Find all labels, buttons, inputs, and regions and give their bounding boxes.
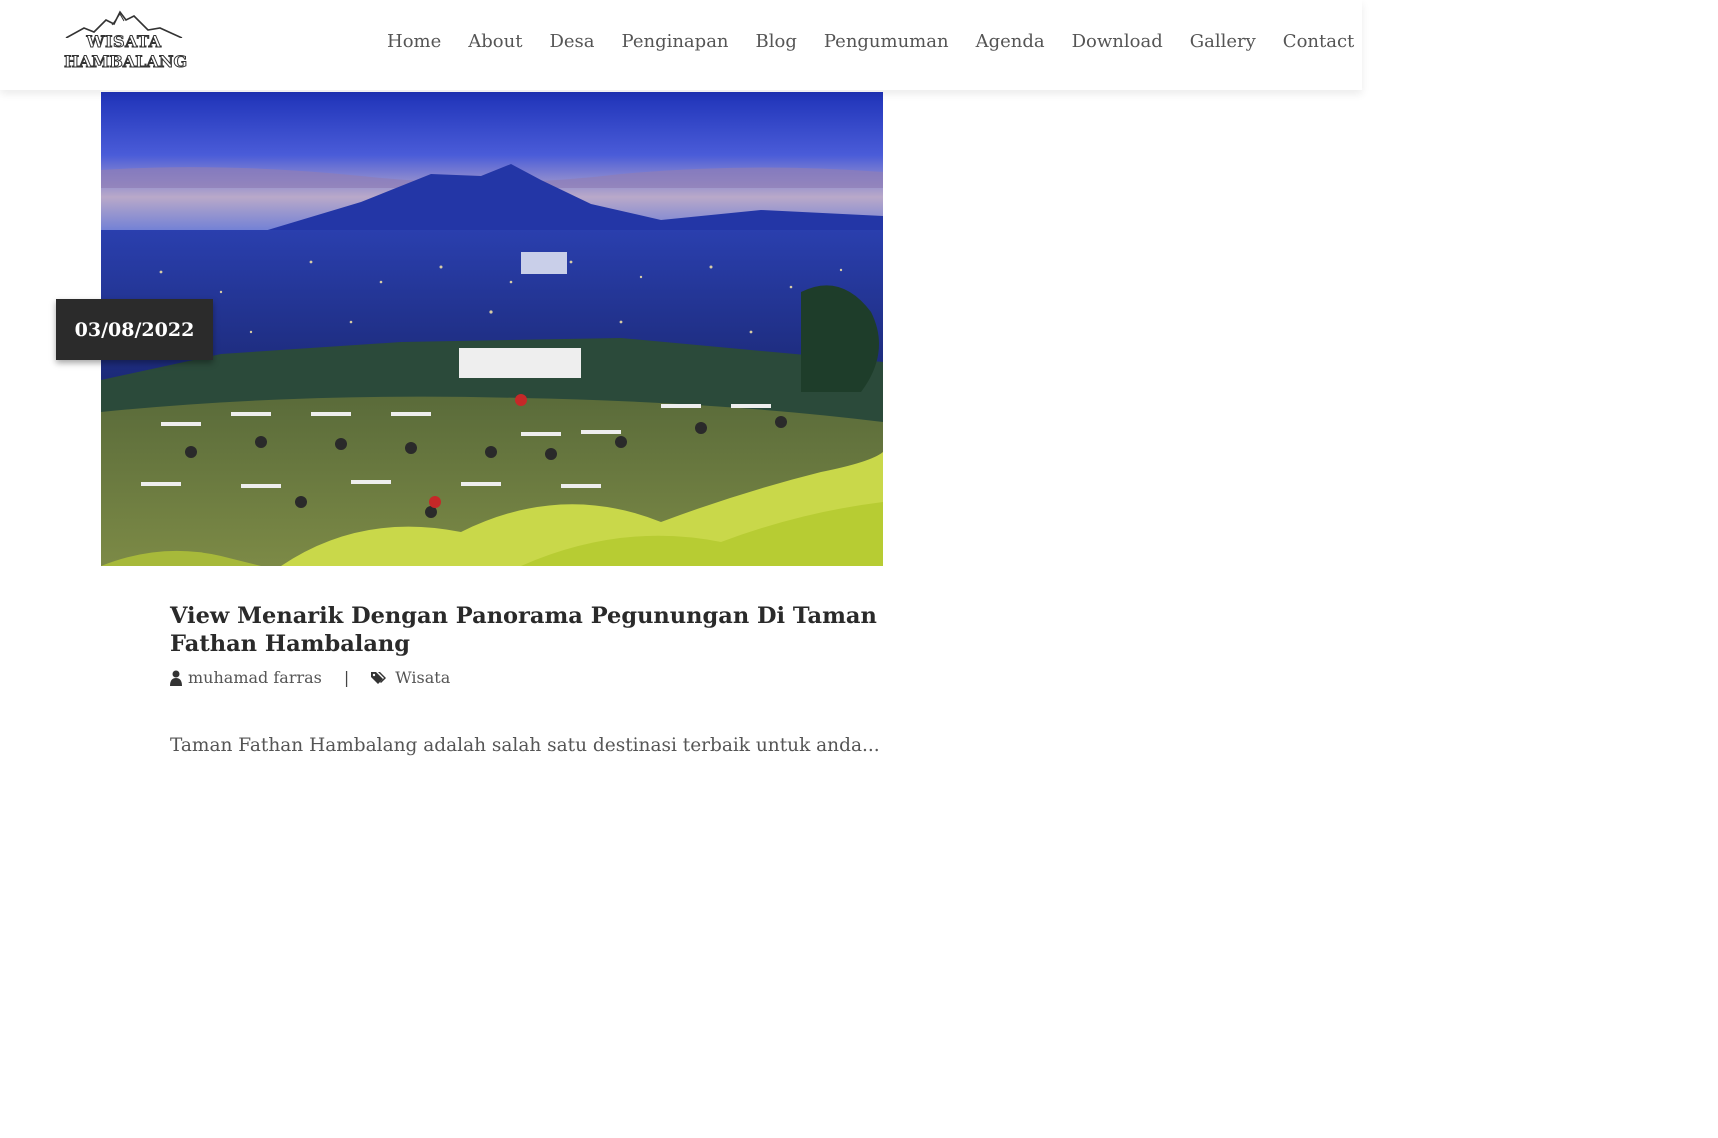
nav-contact[interactable]: Contact xyxy=(1283,28,1354,56)
post-excerpt: Taman Fathan Hambalang adalah salah satu… xyxy=(170,735,880,756)
tags-icon xyxy=(371,671,387,684)
logo-text-line1: WISATA xyxy=(86,32,162,51)
post-date-badge: 03/08/2022 xyxy=(56,299,213,360)
nav-agenda[interactable]: Agenda xyxy=(976,28,1045,56)
site-logo[interactable]: WISATA HAMBALANG xyxy=(64,8,188,76)
post-meta: muhamad farras | Wisata xyxy=(170,668,450,687)
nav-about[interactable]: About xyxy=(468,28,522,56)
post-category[interactable]: Wisata xyxy=(395,668,450,687)
user-icon xyxy=(170,670,182,686)
post-title[interactable]: View Menarik Dengan Panorama Pegunungan … xyxy=(170,602,890,658)
nav-home[interactable]: Home xyxy=(387,28,441,56)
main-nav: Home About Desa Penginapan Blog Pengumum… xyxy=(387,28,1354,56)
post-featured-image[interactable] xyxy=(101,92,883,566)
logo-text-line2: HAMBALANG xyxy=(64,52,188,71)
nav-download[interactable]: Download xyxy=(1072,28,1163,56)
nav-pengumuman[interactable]: Pengumuman xyxy=(824,28,949,56)
site-header: WISATA HAMBALANG Home About Desa Pengina… xyxy=(0,0,1362,90)
nav-desa[interactable]: Desa xyxy=(549,28,594,56)
nav-penginapan[interactable]: Penginapan xyxy=(622,28,729,56)
meta-separator: | xyxy=(343,668,350,687)
landscape-photo-icon xyxy=(101,92,883,566)
nav-blog[interactable]: Blog xyxy=(756,28,797,56)
nav-gallery[interactable]: Gallery xyxy=(1190,28,1256,56)
post-author[interactable]: muhamad farras xyxy=(188,668,322,687)
